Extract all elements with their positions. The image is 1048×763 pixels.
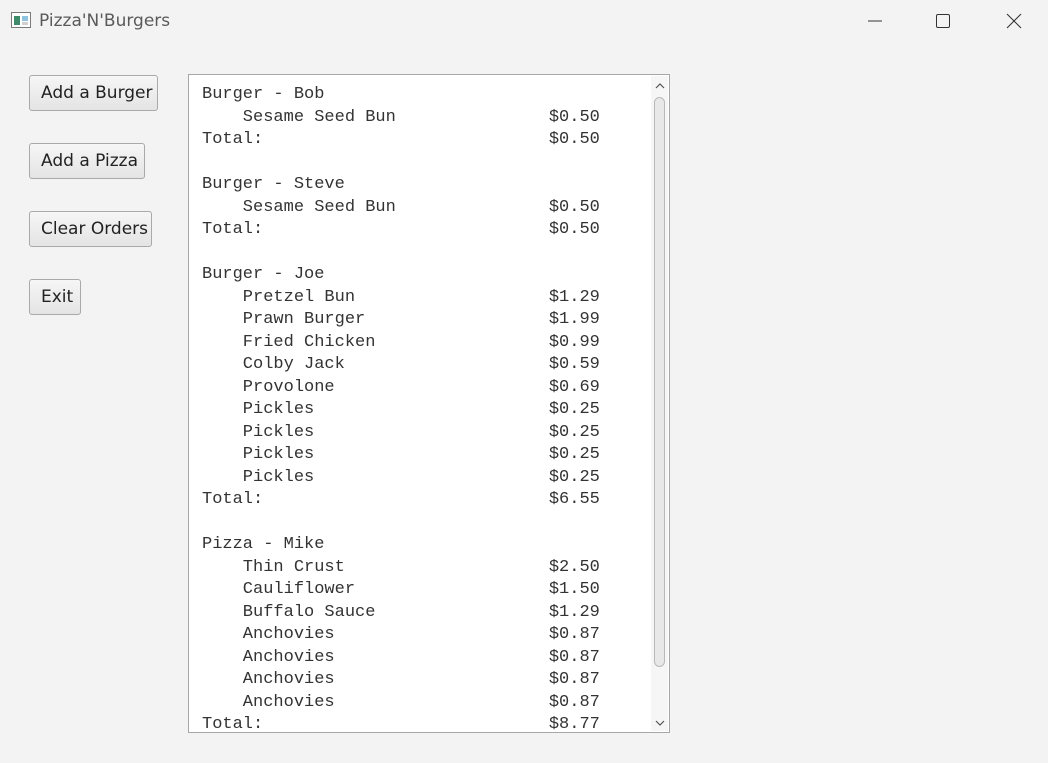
orders-text-area[interactable]: Burger - Bob Sesame Seed Bun $0.50 Total… [188,74,670,733]
orders-viewport: Burger - Bob Sesame Seed Bun $0.50 Total… [191,77,651,732]
vertical-scrollbar[interactable] [651,76,668,731]
exit-button[interactable]: Exit [29,279,81,315]
maximize-button[interactable] [908,0,978,42]
scroll-up-button[interactable] [651,77,668,94]
maximize-icon [936,14,950,28]
app-window-icon [11,12,31,28]
title-bar: Pizza'N'Burgers [0,0,1048,44]
close-icon [1006,13,1022,29]
scrollbar-thumb[interactable] [654,97,665,667]
scroll-down-button[interactable] [651,714,668,731]
close-button[interactable] [979,0,1048,42]
scroll-up-arrow-icon [655,82,664,88]
add-pizza-button[interactable]: Add a Pizza [29,143,145,179]
orders-text: Burger - Bob Sesame Seed Bun $0.50 Total… [202,85,600,732]
minimize-icon [868,20,882,22]
window-title: Pizza'N'Burgers [39,11,171,31]
scroll-down-arrow-icon [655,720,664,726]
clear-orders-button[interactable]: Clear Orders [29,211,152,247]
add-burger-button[interactable]: Add a Burger [29,75,158,111]
minimize-button[interactable] [840,0,910,42]
